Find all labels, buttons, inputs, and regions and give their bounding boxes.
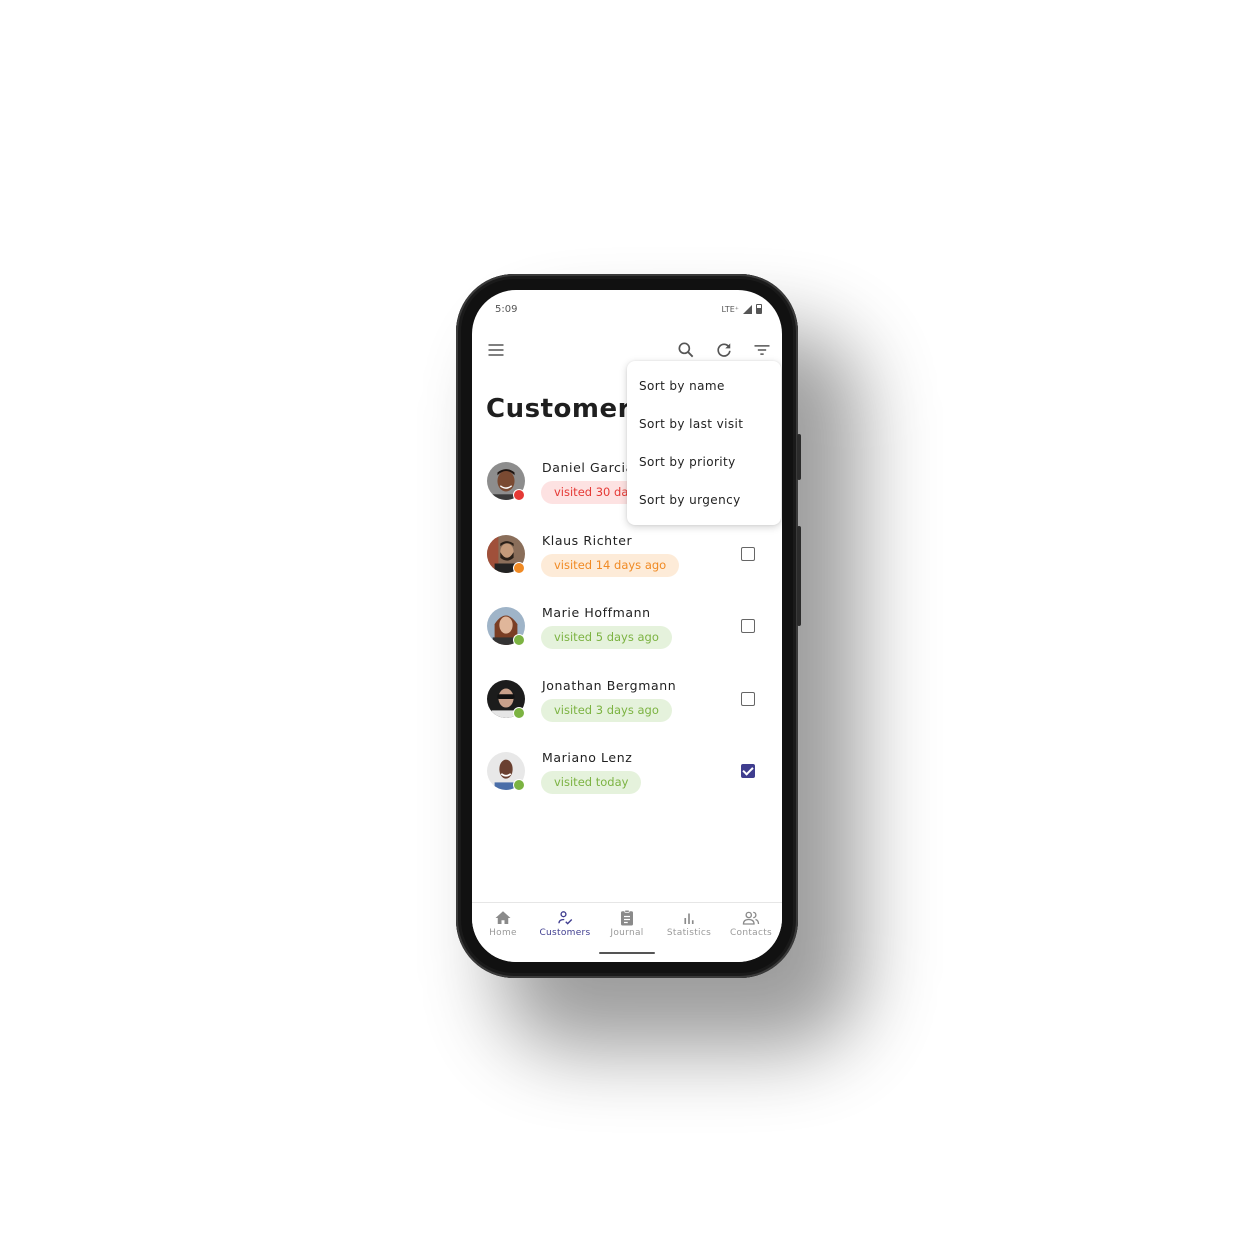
customer-row[interactable]: Klaus Richter visited 14 days ago: [472, 527, 782, 600]
filter-icon[interactable]: [752, 340, 772, 360]
customer-name: Klaus Richter: [542, 532, 633, 548]
sort-by-priority-option[interactable]: Sort by priority: [627, 443, 781, 481]
sort-by-last-visit-option[interactable]: Sort by last visit: [627, 405, 781, 443]
status-time: 5:09: [495, 304, 518, 315]
visit-badge: visited today: [541, 771, 642, 794]
visit-badge: visited 5 days ago: [541, 626, 672, 649]
status-dot: [513, 706, 525, 719]
page-title: Customers: [486, 394, 647, 424]
status-bar: 5:09 LTE⁺: [472, 290, 782, 330]
battery-icon: [756, 304, 762, 314]
customer-name: Jonathan Bergmann: [542, 677, 677, 693]
contacts-icon: [742, 911, 760, 925]
customer-checkbox[interactable]: [741, 546, 755, 561]
search-icon[interactable]: [676, 340, 696, 360]
nav-statistics[interactable]: Statistics: [658, 909, 720, 938]
visit-badge: visited 14 days ago: [541, 553, 680, 577]
customers-icon: [558, 911, 573, 925]
customer-name: Marie Hoffmann: [542, 605, 651, 620]
customer-checkbox[interactable]: [741, 691, 755, 706]
customer-row[interactable]: Jonathan Bergmann visited 3 days ago: [472, 672, 782, 745]
customer-name: Mariano Lenz: [542, 750, 633, 765]
home-icon: [495, 911, 511, 924]
power-button: [797, 526, 801, 626]
app-screen: 5:09 LTE⁺ Customers Daniel Garcia visite…: [472, 290, 782, 962]
nav-customers[interactable]: Customers: [534, 909, 596, 938]
status-dot: [513, 779, 525, 791]
status-icons: LTE⁺: [721, 304, 762, 314]
nav-journal[interactable]: Journal: [596, 909, 658, 938]
phone-frame: 5:09 LTE⁺ Customers Daniel Garcia visite…: [456, 274, 801, 978]
signal-icon: [743, 304, 752, 314]
customer-checkbox[interactable]: [741, 764, 755, 778]
customer-name: Daniel Garcia: [542, 460, 634, 475]
visit-badge: visited 3 days ago: [541, 698, 672, 722]
statistics-icon: [684, 913, 694, 924]
customer-row[interactable]: Mariano Lenz visited today: [472, 744, 782, 817]
refresh-icon[interactable]: [714, 340, 734, 360]
sort-by-urgency-option[interactable]: Sort by urgency: [627, 481, 781, 519]
menu-icon[interactable]: [486, 340, 506, 360]
status-dot: [513, 489, 525, 501]
nav-home[interactable]: Home: [472, 909, 534, 938]
nav-label: Contacts: [729, 928, 773, 938]
customer-row[interactable]: Marie Hoffmann visited 5 days ago: [472, 599, 782, 672]
volume-button: [797, 434, 801, 480]
home-indicator: [599, 952, 655, 954]
customer-checkbox[interactable]: [741, 619, 755, 633]
nav-label: Journal: [610, 928, 644, 938]
nav-contacts[interactable]: Contacts: [720, 909, 782, 938]
nav-label: Statistics: [666, 928, 712, 938]
nav-label: Home: [489, 928, 517, 938]
sort-menu: Sort by name Sort by last visit Sort by …: [627, 361, 781, 525]
nav-label: Customers: [539, 928, 591, 938]
sort-by-name-option[interactable]: Sort by name: [627, 367, 781, 405]
status-dot: [513, 634, 525, 646]
network-label: LTE⁺: [721, 304, 739, 314]
status-dot: [513, 561, 525, 574]
journal-icon: [621, 909, 633, 926]
